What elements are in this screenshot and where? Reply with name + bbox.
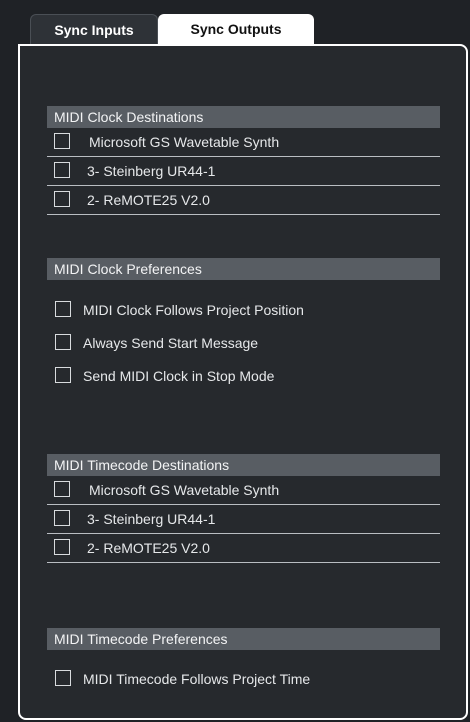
checkbox[interactable] — [54, 191, 70, 207]
tab-sync-outputs[interactable]: Sync Outputs — [158, 14, 314, 44]
list-item: 3- Steinberg UR44-1 — [47, 505, 440, 534]
midi-clock-destinations-section: MIDI Clock Destinations Microsoft GS Wav… — [47, 106, 440, 215]
midi-timecode-destinations-section: MIDI Timecode Destinations Microsoft GS … — [47, 454, 440, 563]
checkbox[interactable] — [55, 334, 71, 350]
tab-sync-inputs[interactable]: Sync Inputs — [30, 14, 158, 44]
option-label: Always Send Start Message — [83, 335, 259, 351]
list-item-label: 3- Steinberg UR44-1 — [87, 511, 216, 527]
option-label: MIDI Clock Follows Project Position — [83, 302, 304, 318]
section-header: MIDI Timecode Preferences — [47, 628, 440, 650]
list-item-label: 2- ReMOTE25 V2.0 — [87, 192, 210, 208]
sync-outputs-panel: MIDI Clock Destinations Microsoft GS Wav… — [18, 44, 468, 720]
section-header: MIDI Clock Preferences — [47, 258, 440, 280]
midi-clock-preferences-section: MIDI Clock Preferences MIDI Clock Follow… — [47, 258, 440, 394]
list-item: 2- ReMOTE25 V2.0 — [47, 534, 440, 563]
list-item: 2- ReMOTE25 V2.0 — [47, 186, 440, 215]
midi-clock-destinations-list: Microsoft GS Wavetable Synth 3- Steinber… — [47, 128, 440, 215]
option-label: MIDI Timecode Follows Project Time — [83, 671, 311, 687]
tab-bar: Sync Inputs Sync Outputs — [0, 0, 470, 44]
checkbox[interactable] — [55, 670, 71, 686]
option-label: Send MIDI Clock in Stop Mode — [83, 368, 275, 384]
send-midi-clock-in-stop-mode-option[interactable]: Send MIDI Clock in Stop Mode — [47, 361, 440, 394]
checkbox[interactable] — [55, 367, 71, 383]
midi-clock-follows-project-position-option[interactable]: MIDI Clock Follows Project Position — [47, 295, 440, 328]
midi-timecode-destinations-list: Microsoft GS Wavetable Synth 3- Steinber… — [47, 476, 440, 563]
list-item: Microsoft GS Wavetable Synth — [47, 128, 440, 157]
list-item-label: Microsoft GS Wavetable Synth — [89, 134, 280, 150]
midi-timecode-preferences-section: MIDI Timecode Preferences MIDI Timecode … — [47, 628, 440, 697]
section-header: MIDI Timecode Destinations — [47, 454, 440, 476]
list-item-label: Microsoft GS Wavetable Synth — [89, 482, 280, 498]
checkbox[interactable] — [54, 162, 70, 178]
checkbox[interactable] — [55, 301, 71, 317]
list-item-label: 2- ReMOTE25 V2.0 — [87, 540, 210, 556]
always-send-start-message-option[interactable]: Always Send Start Message — [47, 328, 440, 361]
list-item-label: 3- Steinberg UR44-1 — [87, 163, 216, 179]
checkbox[interactable] — [54, 481, 70, 497]
list-item: 3- Steinberg UR44-1 — [47, 157, 440, 186]
checkbox[interactable] — [54, 133, 70, 149]
checkbox[interactable] — [54, 510, 70, 526]
section-header: MIDI Clock Destinations — [47, 106, 440, 128]
list-item: Microsoft GS Wavetable Synth — [47, 476, 440, 505]
checkbox[interactable] — [54, 539, 70, 555]
midi-timecode-follows-project-time-option[interactable]: MIDI Timecode Follows Project Time — [47, 664, 440, 697]
